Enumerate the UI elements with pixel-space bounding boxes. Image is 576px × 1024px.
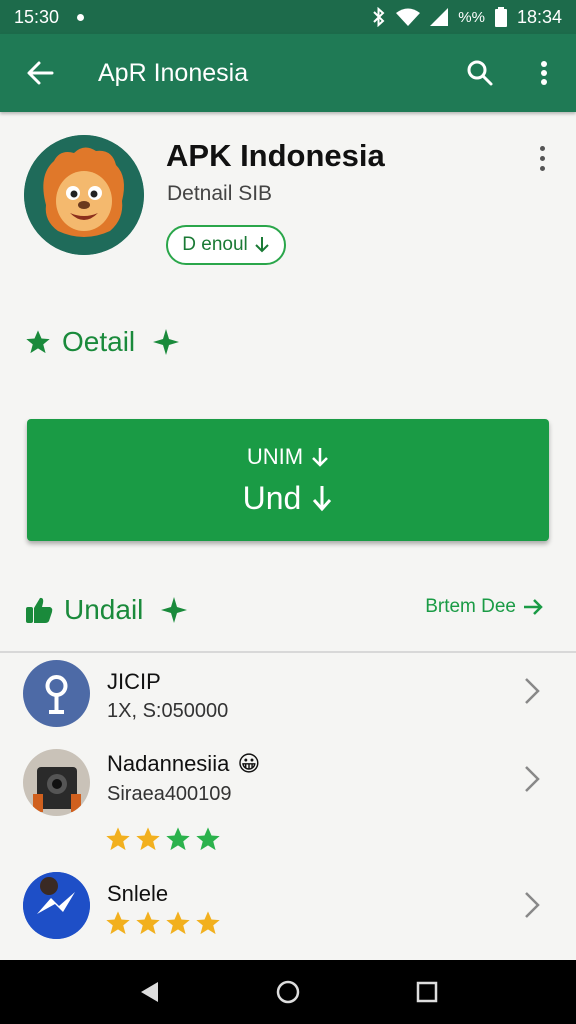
status-bar: 15:30 %% 18:34 <box>0 0 576 34</box>
dot <box>539 165 545 171</box>
messenger-icon <box>23 872 90 939</box>
list-item-title-text: Nadannesiia <box>107 751 230 776</box>
list-item[interactable]: Snlele <box>0 863 576 953</box>
status-time-right: 18:34 <box>516 6 562 27</box>
list-item[interactable]: JICIP 1X, S:050000 <box>0 657 576 743</box>
app-logo-lion-icon <box>24 135 144 255</box>
star-icon <box>196 827 220 851</box>
primary-button-line2: Und <box>242 479 302 516</box>
dot <box>539 155 545 161</box>
list-item-subtitle: Siraea400109 <box>107 783 232 805</box>
list-item[interactable]: Nadannesiia 😀 Siraea400109 <box>0 743 576 863</box>
status-time-left: 15:30 <box>14 6 60 27</box>
rating-stars <box>104 825 222 853</box>
star-icon <box>26 330 50 354</box>
divider <box>0 651 576 653</box>
detail-section-header[interactable]: Oetail <box>24 326 181 358</box>
app-subtitle: Detnail SIB <box>167 182 273 205</box>
star-icon <box>106 911 130 935</box>
primary-download-button[interactable]: UNIM Und <box>27 419 549 541</box>
download-pill-button[interactable]: D enoul <box>166 225 286 265</box>
app-bar-title: ApR Inonesia <box>98 58 249 87</box>
search-button[interactable] <box>448 34 512 112</box>
list-item-title: Nadannesiia 😀 <box>107 751 260 777</box>
download-pill-label: D enoul <box>182 234 248 255</box>
star-icon <box>106 827 130 851</box>
rating-stars <box>104 909 222 937</box>
sparkle-icon <box>161 597 188 623</box>
wifi-icon <box>396 8 421 26</box>
list-section-label: Undail <box>64 594 144 625</box>
arrow-right-icon <box>524 599 543 615</box>
star-icon <box>136 827 160 851</box>
sparkle-down-icon <box>153 329 180 355</box>
nav-back-icon[interactable] <box>138 980 160 1004</box>
star-icon <box>196 911 220 935</box>
app-more-options-button[interactable] <box>526 138 558 178</box>
battery-percent: %% <box>458 8 485 26</box>
detail-label: Oetail <box>62 326 136 357</box>
app-bar: ApR Inonesia <box>0 34 576 112</box>
signal-icon <box>430 8 449 26</box>
pin-icon <box>23 660 90 727</box>
app-name: APK Indonesia <box>166 138 385 173</box>
battery-icon <box>494 7 507 27</box>
camera-icon <box>23 749 90 816</box>
search-icon <box>467 60 493 86</box>
list-section-header: Undail <box>24 594 189 626</box>
arrow-back-icon <box>27 61 54 85</box>
see-more-link[interactable]: Brtem Dee <box>425 596 544 618</box>
see-more-label: Brtem Dee <box>425 596 516 617</box>
primary-button-line1: UNIM <box>246 443 304 469</box>
nav-recents-icon[interactable] <box>416 981 438 1003</box>
chevron-right-icon <box>525 678 540 704</box>
list-item-title: Snlele <box>107 881 169 906</box>
more-vert-icon <box>541 61 547 85</box>
arrow-down-icon <box>313 486 332 512</box>
list-item-subtitle: 1X, S:050000 <box>107 700 229 722</box>
back-button[interactable] <box>0 34 80 112</box>
thumbs-up-icon <box>26 597 53 623</box>
system-nav-bar <box>0 960 576 1024</box>
notification-dot-icon <box>77 13 85 21</box>
star-icon <box>166 911 190 935</box>
dot <box>539 145 545 151</box>
arrow-down-icon <box>255 237 269 253</box>
chevron-right-icon <box>525 892 540 918</box>
bluetooth-icon <box>372 7 386 27</box>
star-icon <box>136 911 160 935</box>
nav-home-icon[interactable] <box>275 979 301 1005</box>
star-icon <box>166 827 190 851</box>
overflow-menu-button[interactable] <box>512 34 576 112</box>
arrow-down-icon <box>312 447 328 467</box>
chevron-right-icon <box>525 766 540 792</box>
list-item-title: JICIP <box>107 669 161 694</box>
emoji-badge: 😀 <box>237 751 261 776</box>
